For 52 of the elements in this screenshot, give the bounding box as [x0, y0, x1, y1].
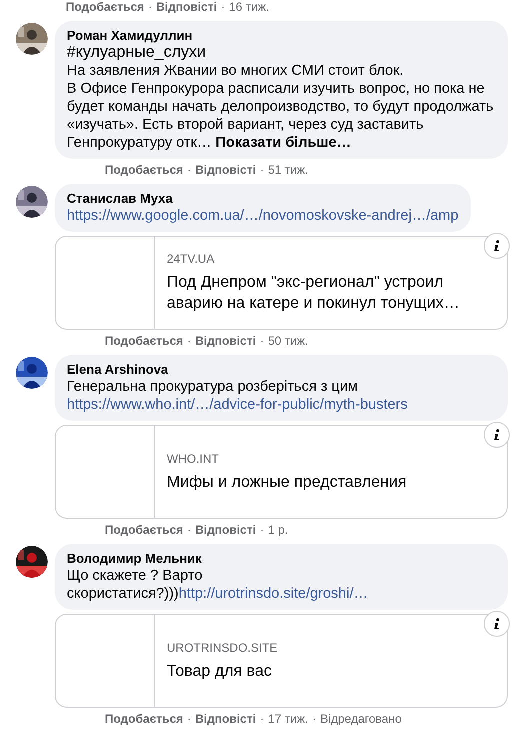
reply-link[interactable]: Відповісті: [156, 0, 218, 14]
timestamp: 16 тиж.: [229, 0, 270, 14]
like-link[interactable]: Подобається: [105, 334, 184, 348]
info-button[interactable]: [484, 611, 510, 637]
link-preview-card[interactable]: UROTRINSDO.SITE Товар для вас: [55, 614, 508, 708]
author-name[interactable]: Роман Хамидуллин: [67, 28, 496, 44]
author-name[interactable]: Станислав Муха: [67, 191, 459, 207]
comment-link[interactable]: http://urotrinsdo.site/groshi/…: [178, 586, 368, 602]
separator-dot: ·: [221, 0, 226, 14]
timestamp: 17 тиж.: [268, 712, 308, 726]
link-preview-card[interactable]: WHO.INT Мифы и ложные представления: [55, 425, 508, 519]
comment-text: Що скажете ? Варто скористатися?)))http://urotrinsdo.site/groshi/…: [67, 567, 370, 603]
like-link[interactable]: Подобається: [105, 712, 184, 726]
reply-link[interactable]: Відповісті: [195, 523, 256, 537]
preview-domain: 24TV.UA: [167, 252, 216, 266]
info-button[interactable]: [484, 233, 510, 259]
separator-dot: ·: [260, 163, 264, 177]
reply-link[interactable]: Відповісті: [195, 163, 256, 177]
see-more-link[interactable]: Показати більше…: [216, 135, 352, 151]
preview-domain: WHO.INT: [167, 452, 220, 466]
comment-text: Генеральна прокуратура розберіться з цим: [67, 378, 360, 396]
comment-link[interactable]: https://www.google.com.ua/…/novomoskovske-andrej…/amp: [67, 208, 459, 224]
like-link[interactable]: Подобається: [105, 523, 184, 537]
timestamp: 51 тиж.: [268, 163, 308, 177]
comment-text: В Офисе Генпрокурора расписали изучить вопрос, но пока не будет команды начать делопроизводство, то будут продолжать «изучать». Есть второй вариант, через суд заставить Генпрокуратуру отк… Показати більше…: [67, 80, 495, 152]
separator-dot: ·: [148, 0, 152, 14]
info-button[interactable]: [484, 422, 510, 448]
like-link[interactable]: Подобається: [105, 163, 184, 177]
separator-dot: ·: [260, 712, 264, 726]
author-name[interactable]: Elena Arshinova: [67, 362, 496, 378]
separator-dot: ·: [187, 334, 192, 348]
preview-title: Товар для вас: [167, 662, 273, 682]
reply-link[interactable]: Відповісті: [195, 712, 256, 726]
comment-text: На заявления Жвании во многих СМИ стоит блок.: [67, 62, 405, 80]
separator-dot: ·: [312, 712, 316, 726]
separator-dot: ·: [260, 523, 264, 537]
timestamp: 1 р.: [268, 523, 288, 537]
separator-dot: ·: [260, 334, 264, 348]
comment-text: #кулуарные_слухи: [67, 44, 208, 62]
like-link[interactable]: Подобається: [66, 0, 144, 14]
timestamp: 50 тиж.: [268, 334, 308, 348]
reply-link[interactable]: Відповісті: [195, 334, 256, 348]
preview-domain: UROTRINSDO.SITE: [167, 640, 278, 654]
separator-dot: ·: [187, 712, 192, 726]
separator-dot: ·: [187, 523, 192, 537]
author-name[interactable]: Володимир Мельник: [67, 551, 496, 567]
timestamp: Відредаговано: [320, 712, 402, 726]
preview-title: Под Днепром "экс-регионал" устроил аварию на катере и покинул тонущих…: [167, 273, 461, 314]
comment-link[interactable]: https://www.who.int/…/advice-for-public/myth-busters: [67, 397, 408, 413]
link-preview-card[interactable]: 24TV.UA Под Днепром "экс-регионал" устроил аварию на катере и покинул тонущих…: [55, 236, 508, 330]
preview-title: Мифы и ложные представления: [167, 472, 407, 492]
separator-dot: ·: [187, 163, 192, 177]
